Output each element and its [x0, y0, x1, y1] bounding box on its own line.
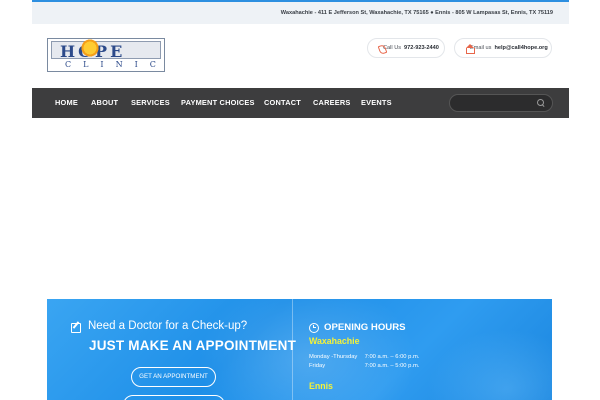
hours-row: Monday -Thursday 7:00 a.m. – 6:00 p.m. [309, 354, 419, 360]
nav-item-services[interactable]: SERVICES [131, 88, 170, 118]
opening-hours-heading: OPENING HOURS [309, 322, 406, 333]
nav-item-about[interactable]: ABOUT [91, 88, 118, 118]
nav-item-home[interactable]: HOME [55, 88, 78, 118]
nav-item-events[interactable]: EVENTS [361, 88, 392, 118]
page: Waxahachie - 411 E Jefferson St, Waxahac… [0, 0, 600, 400]
email-address[interactable]: help@call4hope.org [494, 45, 547, 51]
search-input[interactable] [449, 94, 553, 112]
site-header: HOPE CLINIC Call Us 972-923-2440 Email u… [32, 24, 569, 88]
sun-icon [80, 38, 100, 58]
hours-row: Friday 7:00 a.m. – 5:00 p.m. [309, 363, 419, 369]
nav-item-contact[interactable]: CONTACT [264, 88, 301, 118]
hours-days: Monday -Thursday [309, 354, 358, 360]
appointment-headline: JUST MAKE AN APPOINTMENT [89, 338, 297, 353]
hours-days: Friday [309, 363, 326, 369]
edit-icon [71, 321, 82, 333]
appointment-banner: Need a Doctor for a Check-up? JUST MAKE … [47, 299, 552, 400]
secondary-button[interactable] [123, 395, 225, 400]
phone-number[interactable]: 972-923-2440 [404, 45, 439, 51]
hours-time: 7:00 a.m. – 5:00 p.m. [364, 363, 420, 369]
search-icon[interactable] [537, 99, 545, 107]
checkup-prompt: Need a Doctor for a Check-up? [71, 320, 248, 333]
main-navigation: HOME ABOUT SERVICES PAYMENT CHOICES CONT… [32, 88, 569, 118]
hope-clinic-logo[interactable]: HOPE CLINIC [47, 38, 165, 72]
call-us-contact[interactable]: Call Us 972-923-2440 [367, 38, 445, 58]
nav-item-careers[interactable]: CAREERS [313, 88, 351, 118]
get-appointment-button[interactable]: GET AN APPOINTMENT [131, 367, 216, 387]
logo-top-panel: HOPE [51, 38, 161, 61]
top-info-bar: Waxahachie - 411 E Jefferson St, Waxahac… [32, 0, 569, 24]
hero-slider-area [32, 118, 569, 300]
locations-address-text: Waxahachie - 411 E Jefferson St, Waxahac… [280, 10, 553, 16]
hours-time: 7:00 a.m. – 6:00 p.m. [364, 354, 420, 360]
email-us-contact[interactable]: Email us help@call4hope.org [454, 38, 552, 58]
location-city-waxahachie: Waxahachie [309, 336, 360, 346]
checkup-prompt-text: Need a Doctor for a Check-up? [88, 320, 248, 332]
logo-subword: CLINIC [65, 60, 168, 69]
nav-item-payment-choices[interactable]: PAYMENT CHOICES [181, 88, 255, 118]
opening-hours-title: OPENING HOURS [324, 322, 406, 333]
clock-icon [309, 322, 319, 333]
location-city-ennis: Ennis [309, 381, 333, 391]
